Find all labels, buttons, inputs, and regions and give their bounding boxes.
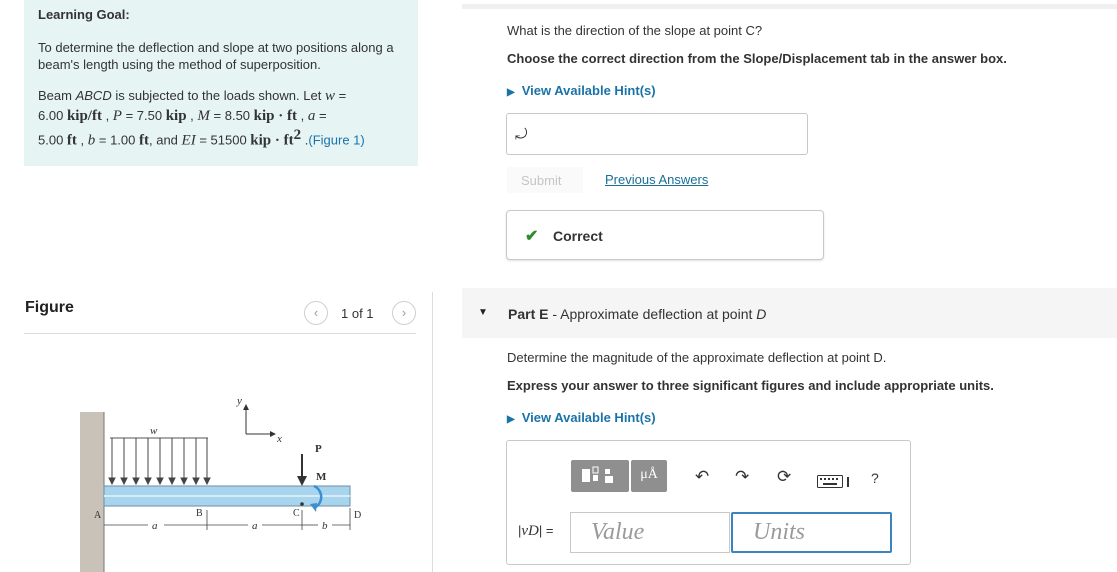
ei-value: = 51500 [195, 132, 251, 148]
x-axis-label: x [276, 433, 282, 445]
p-value: = 7.50 [121, 108, 166, 123]
distributed-load-arrows [108, 438, 211, 486]
part-e-answer-panel: μÅ ↶ ↷ ⟳ ? |vD| = [506, 440, 911, 565]
point-label-d: D [354, 510, 361, 521]
p-unit: kip [165, 108, 187, 124]
figure-pager-count: 1 of 1 [341, 306, 374, 321]
part-e-title-text: Approximate deflection at point [560, 306, 757, 322]
b-value: = 1.00 [95, 132, 139, 148]
point-load-arrowhead [297, 476, 307, 486]
beam-name: ABCD [75, 88, 112, 103]
part-d-instruction: Choose the correct direction from the Sl… [507, 51, 1007, 66]
wall-support [80, 412, 104, 572]
and-text: , and [149, 132, 182, 148]
feedback-correct-box: ✔ Correct [506, 210, 824, 260]
learning-goal-box: Learning Goal: To determine the deflecti… [24, 0, 418, 166]
caret-right-icon: ▶ [507, 87, 515, 98]
part-e-instruction: Express your answer to three significant… [507, 378, 994, 393]
part-e-label: Part E [508, 306, 549, 322]
answer-variable-label: |vD| = [518, 523, 553, 540]
a-equals: = [315, 108, 327, 123]
part-e-title: Part E - Approximate deflection at point… [508, 306, 766, 322]
abs-bar-right: | = [538, 523, 554, 538]
load-label-p: P [315, 443, 322, 455]
part-e-hints-toggle[interactable]: ▶ View Available Hint(s) [507, 410, 656, 425]
beam-statement: Beam ABCD is subjected to the loads show… [38, 88, 365, 149]
part-d-hints-label: View Available Hint(s) [521, 83, 656, 98]
units-input[interactable] [731, 512, 892, 553]
learning-goal-title: Learning Goal: [38, 7, 130, 22]
ei-exponent: 2 [293, 127, 302, 143]
part-e-question: Determine the magnitude of the approxima… [507, 350, 887, 365]
w-symbol: w [324, 88, 335, 104]
point-label-a: A [94, 510, 102, 521]
dimension-label-a1: a [152, 520, 158, 532]
part-d-question: What is the direction of the slope at po… [507, 23, 763, 38]
section-top-rule [462, 4, 1117, 9]
figure-title: Figure [25, 299, 74, 316]
ei-unit: kip · ft [250, 132, 294, 149]
dimension-label-a2: a [252, 520, 258, 532]
part-d-hints-toggle[interactable]: ▶ View Available Hint(s) [507, 83, 656, 98]
undo-icon[interactable]: ↶ [695, 467, 709, 487]
part-e-hints-label: View Available Hint(s) [521, 410, 656, 425]
previous-answers-link[interactable]: Previous Answers [605, 172, 708, 187]
beam-intro-text: Beam [38, 88, 72, 103]
value-input[interactable] [570, 512, 730, 553]
feedback-correct-text: Correct [553, 228, 603, 244]
templates-button[interactable] [571, 460, 629, 492]
clockwise-rotation-icon: ⤾ [515, 126, 528, 143]
load-label-m: M [316, 471, 327, 483]
x-axis-arrow [270, 431, 276, 437]
templates-icon [582, 466, 613, 483]
b-unit: ft [139, 132, 149, 149]
part-e-separator: - [548, 306, 561, 322]
m-value: = 8.50 [209, 108, 254, 123]
previous-figure-button[interactable]: ‹ [304, 301, 328, 325]
w-value: 6.00 [38, 108, 64, 123]
a-value: 5.00 [38, 132, 67, 148]
y-axis-arrow [243, 404, 249, 410]
moment-arrowhead [310, 503, 317, 512]
learning-goal-description: To determine the deflection and slope at… [38, 40, 394, 72]
m-symbol: M [197, 108, 210, 124]
beam-text: is subjected to the loads shown. Let [115, 88, 322, 103]
figure-link[interactable]: (Figure 1) [308, 132, 364, 147]
ei-symbol: EI [181, 132, 196, 149]
w-equals: = [334, 88, 347, 103]
keyboard-icon[interactable] [817, 474, 853, 494]
redo-icon[interactable]: ↷ [735, 467, 749, 487]
y-axis-label: y [236, 395, 242, 407]
figure-header: Figure ‹ 1 of 1 › [24, 292, 416, 334]
w-unit: kip/ft [66, 108, 102, 124]
dimension-label-b: b [322, 520, 328, 532]
checkmark-icon: ✔ [525, 228, 539, 245]
point-label-c: C [293, 508, 300, 519]
next-figure-button[interactable]: › [392, 301, 416, 325]
part-d-answer-box[interactable]: ⤾ [506, 113, 808, 155]
beam-diagram: w y x P M A B C D a a b [80, 395, 361, 572]
reset-icon[interactable]: ⟳ [777, 467, 791, 487]
answer-variable: vD [521, 523, 539, 539]
caret-right-icon: ▶ [507, 414, 515, 425]
column-divider [432, 292, 433, 572]
a-unit: ft [66, 132, 77, 149]
p-symbol: P [112, 108, 122, 124]
m-unit: kip · ft [253, 108, 297, 124]
dimension-lines [104, 508, 351, 530]
point-c-marker [300, 502, 304, 506]
submit-button[interactable]: Submit [507, 167, 583, 193]
units-button[interactable]: μÅ [631, 460, 667, 492]
point-label-b: B [196, 508, 203, 519]
part-e-header[interactable]: ▼ Part E - Approximate deflection at poi… [462, 288, 1117, 338]
caret-down-icon: ▼ [478, 307, 488, 318]
load-label-w: w [150, 425, 158, 437]
help-icon[interactable]: ? [871, 470, 879, 486]
part-e-title-point: D [756, 306, 767, 322]
